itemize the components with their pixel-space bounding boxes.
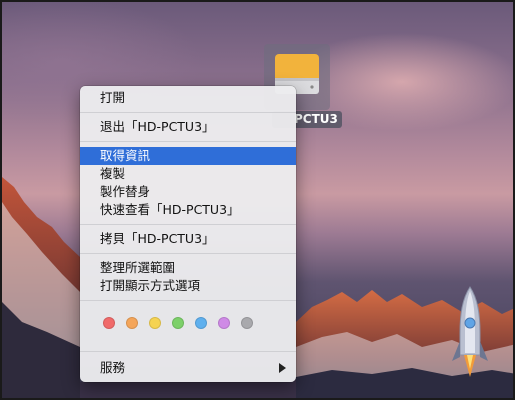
submenu-arrow-icon xyxy=(279,363,286,373)
tag-red-button[interactable] xyxy=(103,317,115,329)
tag-gray-button[interactable] xyxy=(241,317,253,329)
tag-orange-button[interactable] xyxy=(126,317,138,329)
menu-separator xyxy=(80,224,296,225)
menu-separator xyxy=(80,141,296,142)
menu-item-quick-look[interactable]: 快速查看「HD-PCTU3」 xyxy=(80,201,296,219)
menu-item-get-info[interactable]: 取得資訊 xyxy=(80,147,296,165)
menu-item-services-label: 服務 xyxy=(100,360,126,375)
tag-yellow-button[interactable] xyxy=(149,317,161,329)
desktop-screen: PCTU3 打開 退出「HD-PCTU3」 取得資訊 複製 製作替身 快速查看「… xyxy=(0,0,515,400)
menu-separator xyxy=(80,300,296,301)
context-menu: 打開 退出「HD-PCTU3」 取得資訊 複製 製作替身 快速查看「HD-PCT… xyxy=(80,86,296,382)
tag-green-button[interactable] xyxy=(172,317,184,329)
menu-item-show-view-options[interactable]: 打開顯示方式選項 xyxy=(80,277,296,295)
menu-item-copy[interactable]: 拷貝「HD-PCTU3」 xyxy=(80,230,296,248)
tag-purple-button[interactable] xyxy=(218,317,230,329)
rocket-icon[interactable] xyxy=(452,285,488,380)
menu-separator xyxy=(80,253,296,254)
menu-item-eject[interactable]: 退出「HD-PCTU3」 xyxy=(80,118,296,136)
menu-item-make-alias[interactable]: 製作替身 xyxy=(80,183,296,201)
menu-item-open[interactable]: 打開 xyxy=(80,89,296,107)
menu-item-services[interactable]: 服務 xyxy=(80,359,296,377)
menu-separator xyxy=(80,112,296,113)
tag-blue-button[interactable] xyxy=(195,317,207,329)
menu-item-duplicate[interactable]: 複製 xyxy=(80,165,296,183)
menu-item-clean-up-selection[interactable]: 整理所選範圍 xyxy=(80,259,296,277)
menu-separator xyxy=(80,351,296,352)
